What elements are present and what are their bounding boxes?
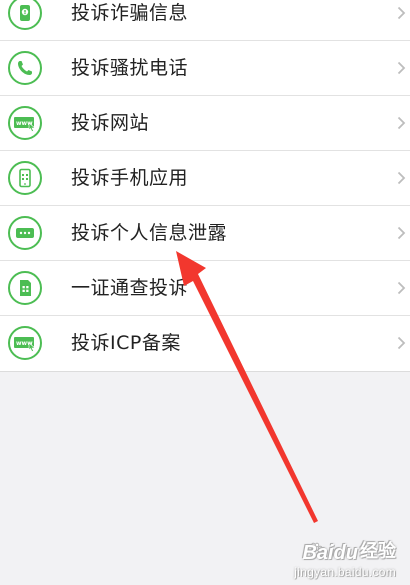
www-icon: www	[8, 326, 42, 360]
watermark-text: 经验	[360, 541, 396, 562]
sim-card-icon	[8, 271, 42, 305]
menu-item-mobile-app[interactable]: 投诉手机应用	[0, 151, 410, 206]
menu-item-fraud-info[interactable]: 投诉诈骗信息	[0, 0, 410, 41]
www-icon: www	[8, 106, 42, 140]
menu-item-label: 投诉ICP备案	[71, 332, 181, 354]
chevron-right-icon	[397, 281, 406, 295]
menu-item-harassment-call[interactable]: 投诉骚扰电话	[0, 41, 410, 96]
menu-item-id-check[interactable]: 一证通查投诉	[0, 261, 410, 316]
complaint-menu-list: 投诉诈骗信息 投诉骚扰电话 www 投诉网站 投诉手机应用 投诉个人信息泄露 一…	[0, 0, 410, 372]
menu-item-website[interactable]: www 投诉网站	[0, 96, 410, 151]
menu-item-personal-info-leak[interactable]: 投诉个人信息泄露	[0, 206, 410, 261]
menu-item-label: 投诉网站	[71, 112, 150, 134]
menu-item-label: 投诉个人信息泄露	[71, 222, 228, 244]
watermark-url: jingyan.baidu.com	[294, 565, 396, 579]
chevron-right-icon	[397, 61, 406, 75]
chevron-right-icon	[397, 336, 406, 350]
mobile-app-icon	[8, 161, 42, 195]
baidu-jingyan-watermark: Baidu 经验 jingyan.baidu.com	[280, 537, 404, 581]
menu-item-icp-record[interactable]: www 投诉ICP备案	[0, 316, 410, 371]
watermark-logo: Baidu	[302, 542, 358, 564]
phone-icon	[8, 51, 42, 85]
menu-item-label: 投诉手机应用	[71, 167, 189, 189]
message-dots-icon	[8, 216, 42, 250]
chevron-right-icon	[397, 226, 406, 240]
menu-item-label: 投诉诈骗信息	[71, 2, 189, 24]
menu-item-label: 一证通查投诉	[71, 277, 189, 299]
phone-warning-icon	[8, 0, 42, 30]
chevron-right-icon	[397, 171, 406, 185]
menu-item-label: 投诉骚扰电话	[71, 57, 189, 79]
chevron-right-icon	[397, 116, 406, 130]
chevron-right-icon	[397, 6, 406, 20]
